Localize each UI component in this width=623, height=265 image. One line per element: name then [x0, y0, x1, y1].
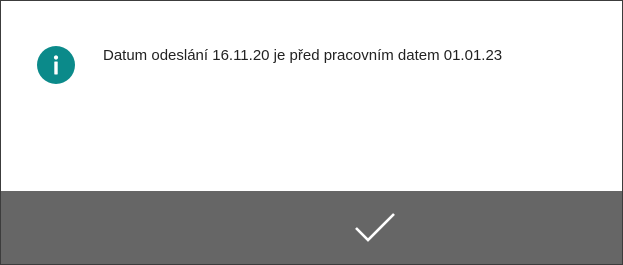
message-area: Datum odeslání 16.11.20 je před pracovní…	[1, 1, 622, 191]
action-bar	[1, 191, 622, 264]
message-dialog: Datum odeslání 16.11.20 je před pracovní…	[0, 0, 623, 265]
message-text: Datum odeslání 16.11.20 je před pracovní…	[103, 47, 503, 64]
ok-button[interactable]	[339, 197, 411, 257]
checkmark-icon	[353, 210, 397, 244]
info-icon	[37, 46, 75, 84]
